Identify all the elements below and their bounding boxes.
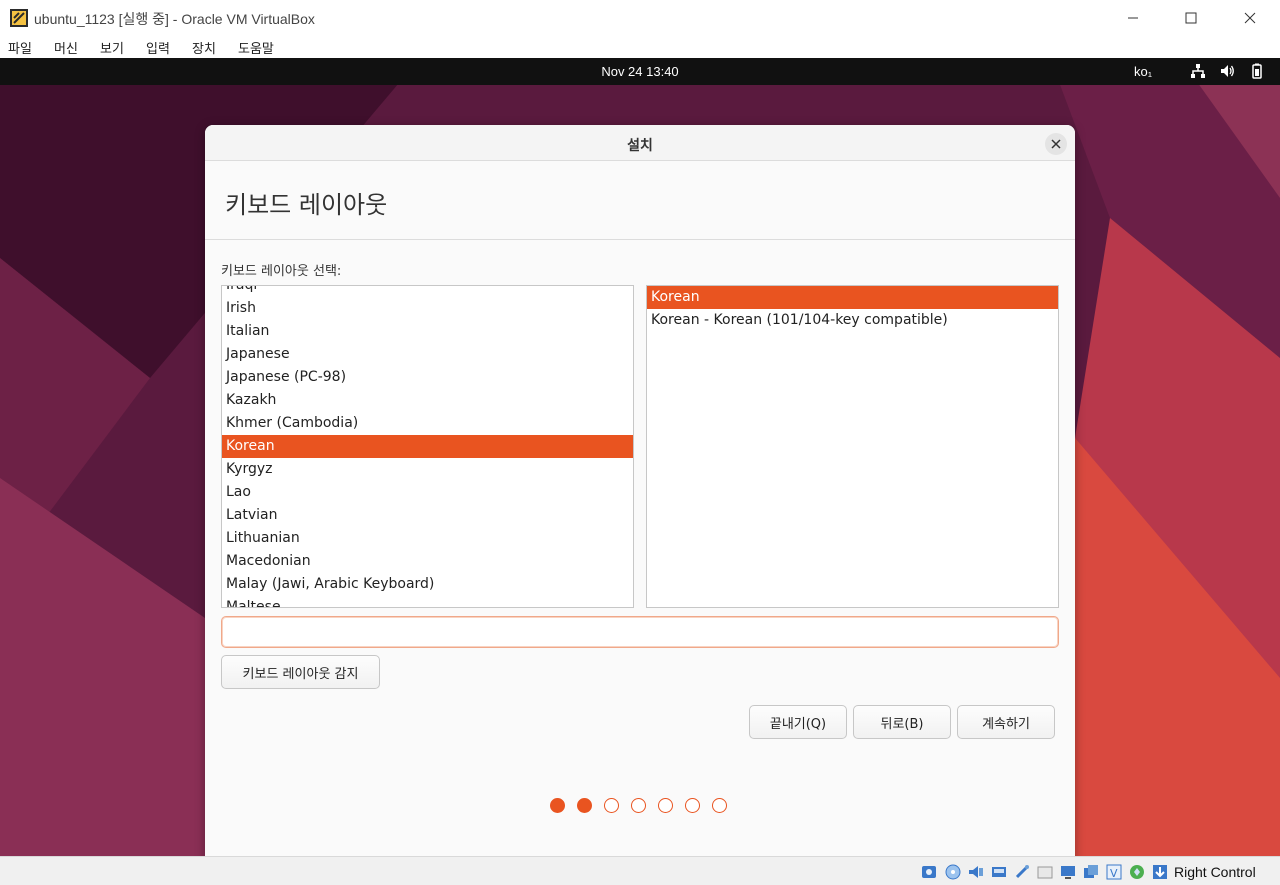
volume-icon[interactable] <box>1219 63 1235 79</box>
page-title: 키보드 레이아웃 <box>225 191 388 219</box>
virtualbox-app-icon <box>10 9 28 27</box>
menu-devices[interactable]: 장치 <box>192 38 216 57</box>
ubuntu-topbar: Nov 24 13:40 ko₁ <box>0 58 1280 85</box>
layout-item[interactable]: Khmer (Cambodia) <box>222 412 633 435</box>
layout-item[interactable]: Italian <box>222 320 633 343</box>
layout-item[interactable]: Irish <box>222 297 633 320</box>
svg-text:V: V <box>1110 867 1118 880</box>
audio-icon[interactable] <box>967 863 985 881</box>
usb-icon[interactable] <box>1013 863 1031 881</box>
host-window-title: ubuntu_1123 [실행 중] - Oracle VM VirtualBo… <box>34 11 315 27</box>
layout-item-selected[interactable]: Korean <box>222 435 633 458</box>
dialog-header: 설치 <box>205 125 1075 161</box>
close-icon <box>1051 139 1061 149</box>
installer-dialog: 설치 키보드 레이아웃 키보드 레이아웃 선택: Iraqi Irish Ita… <box>205 125 1075 856</box>
continue-button[interactable]: 계속하기 <box>957 705 1055 739</box>
display-icon[interactable] <box>1059 863 1077 881</box>
host-statusbar: V Right Control <box>0 856 1280 885</box>
back-button[interactable]: 뒤로(B) <box>853 705 951 739</box>
progress-dot <box>685 798 700 813</box>
layout-item[interactable]: Japanese (PC-98) <box>222 366 633 389</box>
dialog-title: 설치 <box>627 138 653 154</box>
power-battery-icon[interactable] <box>1249 63 1265 79</box>
menu-machine[interactable]: 머신 <box>54 38 78 57</box>
variant-item[interactable]: Korean - Korean (101/104-key compatible) <box>647 309 1058 332</box>
layout-item[interactable]: Kazakh <box>222 389 633 412</box>
layout-select-label: 키보드 레이아웃 선택: <box>221 264 342 279</box>
quit-button[interactable]: 끝내기(Q) <box>749 705 847 739</box>
vt-x-icon[interactable]: V <box>1105 863 1123 881</box>
layout-item[interactable]: Latvian <box>222 504 633 527</box>
shared-folder-icon[interactable] <box>1036 863 1054 881</box>
layout-item[interactable]: Macedonian <box>222 550 633 573</box>
layout-item[interactable]: Maltese <box>222 596 633 607</box>
keyboard-test-input[interactable] <box>221 616 1059 648</box>
variant-list[interactable]: Korean Korean - Korean (101/104-key comp… <box>646 285 1059 608</box>
network-adapter-icon[interactable] <box>990 863 1008 881</box>
menu-view[interactable]: 보기 <box>100 38 124 57</box>
layout-item[interactable]: Malay (Jawi, Arabic Keyboard) <box>222 573 633 596</box>
network-icon[interactable] <box>1190 63 1206 79</box>
minimize-button[interactable] <box>1104 0 1162 36</box>
maximize-icon <box>1185 12 1197 24</box>
heading-divider <box>205 239 1075 240</box>
progress-dot <box>577 798 592 813</box>
optical-drive-icon[interactable] <box>944 863 962 881</box>
recording-icon[interactable] <box>1082 863 1100 881</box>
host-menubar: 파일 머신 보기 입력 장치 도움말 <box>0 36 1280 58</box>
keyboard-indicator[interactable]: ko₁ <box>1134 64 1152 79</box>
menu-input[interactable]: 입력 <box>146 38 170 57</box>
layout-item[interactable]: Japanese <box>222 343 633 366</box>
progress-dot <box>712 798 727 813</box>
progress-dot <box>604 798 619 813</box>
hard-disk-icon[interactable] <box>920 863 938 881</box>
host-key-arrow-icon[interactable] <box>1151 863 1169 881</box>
topbar-clock[interactable]: Nov 24 13:40 <box>0 64 1280 79</box>
progress-dot <box>631 798 646 813</box>
layout-item[interactable]: Iraqi <box>222 286 633 297</box>
host-key-label: Right Control <box>1174 864 1256 880</box>
layout-item[interactable]: Lithuanian <box>222 527 633 550</box>
layout-item[interactable]: Kyrgyz <box>222 458 633 481</box>
variant-item-selected[interactable]: Korean <box>647 286 1058 309</box>
layout-item[interactable]: Lao <box>222 481 633 504</box>
minimize-icon <box>1128 17 1138 19</box>
progress-dot <box>550 798 565 813</box>
detect-layout-button[interactable]: 키보드 레이아웃 감지 <box>221 655 380 689</box>
layout-list[interactable]: Iraqi Irish Italian Japanese Japanese (P… <box>221 285 634 608</box>
menu-file[interactable]: 파일 <box>8 38 32 57</box>
progress-dot <box>658 798 673 813</box>
guest-screen: Nov 24 13:40 ko₁ 설치 키보드 레이아웃 키보드 레이아웃 선택… <box>0 58 1280 856</box>
host-titlebar: ubuntu_1123 [실행 중] - Oracle VM VirtualBo… <box>0 0 1280 36</box>
close-icon <box>1244 12 1256 24</box>
close-window-button[interactable] <box>1221 0 1279 36</box>
maximize-button[interactable] <box>1162 0 1220 36</box>
mouse-integration-icon[interactable] <box>1128 863 1146 881</box>
menu-help[interactable]: 도움말 <box>238 38 274 57</box>
dialog-close-button[interactable] <box>1045 133 1067 155</box>
